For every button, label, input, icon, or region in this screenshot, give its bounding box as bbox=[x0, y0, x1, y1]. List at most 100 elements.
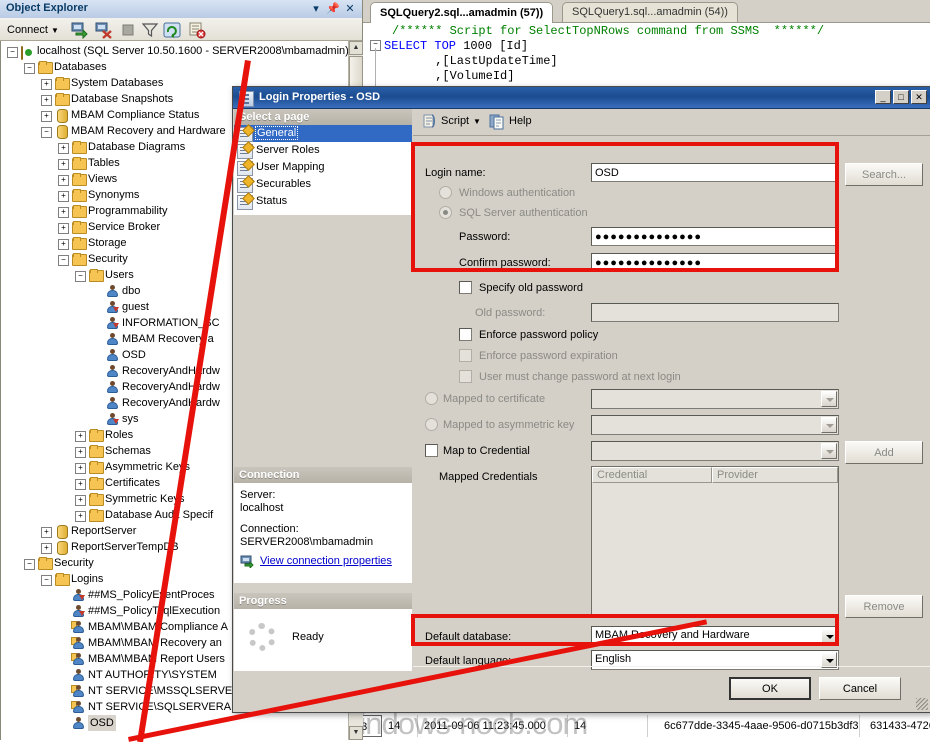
connect-button-label: Connect bbox=[7, 24, 48, 36]
expand-icon[interactable]: + bbox=[75, 495, 86, 506]
chevron-down-icon[interactable] bbox=[821, 443, 837, 459]
help-icon[interactable] bbox=[489, 113, 506, 133]
disconnect-icon[interactable] bbox=[94, 21, 114, 39]
search-button[interactable]: Search... bbox=[845, 163, 923, 186]
mapped-credentials-list[interactable]: Credential Provider bbox=[591, 466, 839, 618]
tree-node[interactable]: OSD bbox=[1, 715, 347, 731]
collapse-icon[interactable]: − bbox=[7, 47, 18, 58]
expand-icon[interactable]: + bbox=[41, 111, 52, 122]
chevron-down-icon[interactable] bbox=[821, 417, 837, 433]
script-toolbar-icon[interactable] bbox=[421, 113, 438, 133]
minimize-button[interactable]: _ bbox=[875, 90, 891, 104]
chevron-down-icon[interactable] bbox=[821, 628, 837, 644]
password-input[interactable]: ●●●●●●●●●●●●●● bbox=[591, 227, 839, 246]
map-to-credential-checkbox[interactable] bbox=[425, 444, 438, 457]
connect-button[interactable]: Connect ▼ bbox=[4, 22, 62, 38]
specify-old-password-checkbox[interactable] bbox=[459, 281, 472, 294]
scroll-up-button[interactable]: ▲ bbox=[349, 41, 363, 55]
tab-sqlquery1[interactable]: SQLQuery1.sql...amadmin (54)) bbox=[562, 2, 738, 22]
expand-icon[interactable]: + bbox=[58, 159, 69, 170]
collapse-icon[interactable]: − bbox=[41, 575, 52, 586]
resize-grip[interactable] bbox=[916, 698, 928, 710]
tree-node[interactable]: − Databases bbox=[1, 59, 347, 75]
mapped-to-asymmetric-key-radio[interactable] bbox=[425, 418, 438, 431]
expand-icon[interactable]: + bbox=[41, 527, 52, 538]
close-button[interactable]: ✕ bbox=[911, 90, 927, 104]
credential-column-header[interactable]: Credential bbox=[592, 467, 712, 483]
scroll-down-button[interactable]: ▼ bbox=[349, 726, 363, 740]
page-item-general[interactable]: General bbox=[234, 125, 412, 142]
expand-icon[interactable]: + bbox=[75, 511, 86, 522]
mapped-to-certificate-combo[interactable] bbox=[591, 389, 839, 409]
sql-authentication-radio[interactable] bbox=[439, 206, 452, 219]
expand-icon[interactable]: + bbox=[58, 191, 69, 202]
confirm-password-input[interactable]: ●●●●●●●●●●●●●● bbox=[591, 253, 839, 272]
results-grid[interactable]: 13 14 2011-09-06 11:23:45.000 14 6c677dd… bbox=[332, 712, 930, 741]
mapped-to-asymmetric-key-combo[interactable] bbox=[591, 415, 839, 435]
provider-column-header[interactable]: Provider bbox=[712, 467, 838, 483]
collapse-icon[interactable]: − bbox=[24, 63, 35, 74]
grid-cell-5[interactable]: 6c677dde-3345-4aae-9506-d0715b3df329 bbox=[650, 715, 860, 737]
grid-cell-2[interactable]: 14 bbox=[384, 715, 418, 737]
collapse-icon[interactable]: − bbox=[58, 255, 69, 266]
expand-icon[interactable]: + bbox=[75, 479, 86, 490]
add-credential-button[interactable]: Add bbox=[845, 441, 923, 464]
page-item-status[interactable]: Status bbox=[234, 193, 412, 210]
maximize-button[interactable]: □ bbox=[893, 90, 909, 104]
expand-icon[interactable]: + bbox=[75, 431, 86, 442]
view-connection-properties-link[interactable]: View connection properties bbox=[260, 555, 392, 567]
enforce-password-policy-checkbox[interactable] bbox=[459, 328, 472, 341]
default-database-combo[interactable]: MBAM Recovery and Hardware bbox=[591, 626, 839, 646]
remove-credential-button[interactable]: Remove bbox=[845, 595, 923, 618]
login-name-input[interactable]: OSD bbox=[591, 163, 839, 182]
page-item-server-roles[interactable]: Server Roles bbox=[234, 142, 412, 159]
grid-cell-3[interactable]: 2011-09-06 11:23:45.000 bbox=[420, 715, 568, 737]
cancel-button[interactable]: Cancel bbox=[819, 677, 901, 700]
dialog-title-bar[interactable]: Login Properties - OSD _ □ ✕ bbox=[233, 87, 930, 109]
auto-hide-pin-icon[interactable]: 📌 bbox=[326, 3, 340, 15]
close-icon[interactable]: ✕ bbox=[344, 3, 356, 15]
progress-section-header: Progress bbox=[234, 593, 412, 609]
expand-icon[interactable]: + bbox=[58, 143, 69, 154]
chevron-down-icon[interactable] bbox=[821, 391, 837, 407]
expand-icon[interactable]: + bbox=[58, 175, 69, 186]
expand-icon[interactable]: + bbox=[58, 207, 69, 218]
must-change-password-checkbox[interactable] bbox=[459, 370, 472, 383]
expand-icon[interactable]: + bbox=[75, 447, 86, 458]
table-row[interactable]: 13 14 2011-09-06 11:23:45.000 14 6c677dd… bbox=[332, 715, 930, 739]
script-button-label[interactable]: Script bbox=[441, 115, 469, 127]
window-menu-icon[interactable]: ▾ bbox=[310, 3, 322, 15]
page-item-user-mapping[interactable]: User Mapping bbox=[234, 159, 412, 176]
old-password-input[interactable] bbox=[591, 303, 839, 322]
chevron-down-icon[interactable]: ▼ bbox=[51, 26, 59, 35]
grid-cell-4[interactable]: 14 bbox=[570, 715, 648, 737]
expand-icon[interactable]: + bbox=[41, 79, 52, 90]
collapse-icon[interactable]: − bbox=[41, 127, 52, 138]
expand-icon[interactable]: + bbox=[75, 463, 86, 474]
page-item-securables[interactable]: Securables bbox=[234, 176, 412, 193]
grid-cell-6[interactable]: 631433-472659 bbox=[862, 715, 930, 737]
expand-icon[interactable]: + bbox=[41, 543, 52, 554]
collapse-icon[interactable]: − bbox=[75, 271, 86, 282]
refresh-icon[interactable] bbox=[162, 21, 182, 39]
connect-icon[interactable] bbox=[70, 21, 90, 40]
enforce-password-expiration-checkbox[interactable] bbox=[459, 349, 472, 362]
ok-button[interactable]: OK bbox=[729, 677, 811, 700]
expand-icon[interactable]: + bbox=[58, 239, 69, 250]
sql-code-block[interactable]: /****** Script for SelectTopNRows comman… bbox=[370, 24, 930, 92]
tree-node[interactable]: − localhost (SQL Server 10.50.1600 - SERV… bbox=[1, 43, 349, 60]
map-to-credential-combo[interactable] bbox=[591, 441, 839, 461]
expand-icon[interactable]: + bbox=[58, 223, 69, 234]
script-icon[interactable] bbox=[186, 21, 206, 39]
mapped-to-certificate-radio[interactable] bbox=[425, 392, 438, 405]
windows-authentication-radio[interactable] bbox=[439, 186, 452, 199]
expand-icon[interactable]: + bbox=[41, 95, 52, 106]
script-chevron-down-icon[interactable]: ▼ bbox=[473, 117, 481, 126]
folder-icon bbox=[72, 141, 87, 154]
help-button-label[interactable]: Help bbox=[509, 115, 532, 127]
collapse-icon[interactable]: − bbox=[24, 559, 35, 570]
login-icon bbox=[239, 91, 254, 107]
tab-sqlquery2[interactable]: SQLQuery2.sql...amadmin (57)) bbox=[370, 2, 554, 23]
filter-icon[interactable] bbox=[140, 21, 160, 39]
page-list[interactable]: General Server Roles User Mapping Securable… bbox=[234, 125, 412, 215]
